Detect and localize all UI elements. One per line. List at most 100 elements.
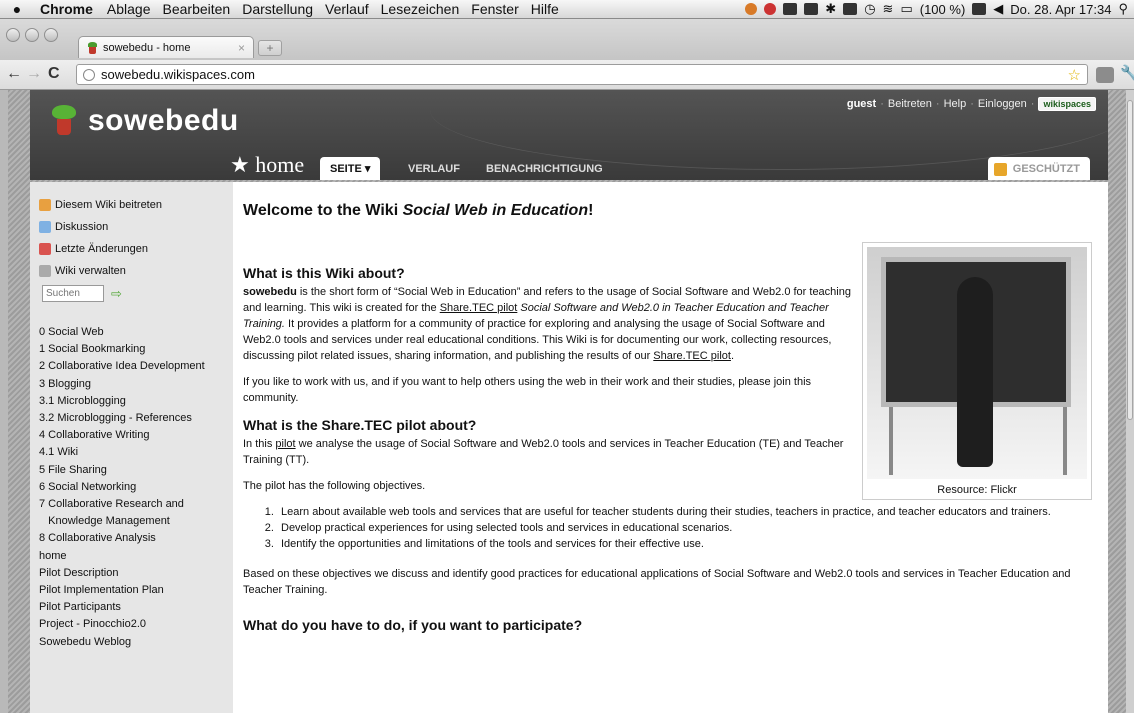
wiki-content: Welcome to the Wiki Social Web in Educat… — [233, 182, 1108, 713]
paragraph: In this pilot we analyse the usage of So… — [243, 436, 858, 468]
menu-bearbeiten[interactable]: Bearbeiten — [157, 1, 237, 17]
reload-icon[interactable]: C — [48, 65, 60, 83]
input-source-icon[interactable] — [972, 3, 987, 15]
bookmark-star-icon[interactable]: ☆ — [1068, 66, 1081, 84]
speech-bubble-icon — [39, 221, 51, 233]
clock[interactable]: Do. 28. Apr 17:34 — [1010, 2, 1111, 17]
menu-verlauf[interactable]: Verlauf — [319, 1, 375, 17]
nav-link[interactable]: 4.1 Wiki — [39, 444, 233, 461]
nav-link[interactable]: 8 Collaborative Analysis — [39, 530, 233, 547]
status-shield-icon[interactable] — [764, 3, 777, 15]
tab-close-icon[interactable]: × — [238, 41, 245, 55]
sidebar-manage-wiki[interactable]: Wiki verwalten — [39, 260, 233, 282]
status-battery-widget-icon[interactable] — [783, 3, 798, 15]
display-icon[interactable] — [843, 3, 858, 15]
nav-link[interactable]: Sowebedu Weblog — [39, 634, 233, 651]
menu-app-chrome[interactable]: Chrome — [34, 1, 101, 17]
nav-link[interactable]: 7 Collaborative Research and — [39, 496, 233, 513]
nav-link[interactable]: 4 Collaborative Writing — [39, 427, 233, 444]
login-link[interactable]: Einloggen — [978, 98, 1027, 110]
sidebar-item-label[interactable]: Diesem Wiki beitreten — [55, 199, 162, 211]
site-name[interactable]: sowebedu — [88, 104, 239, 138]
bluetooth-icon[interactable]: ✱ — [825, 1, 836, 17]
nav-link[interactable]: 2 Collaborative Idea Development — [39, 358, 233, 375]
window-close-button[interactable] — [6, 28, 20, 42]
sidebar-item-label[interactable]: Letzte Änderungen — [55, 243, 148, 255]
tab-benachrichtigung[interactable]: BENACHRICHTIGUNG — [476, 157, 613, 180]
page-scrollbar[interactable] — [1126, 90, 1134, 713]
nav-link[interactable]: 1 Social Bookmarking — [39, 341, 233, 358]
sharetec-pilot-link[interactable]: Share.TEC pilot — [653, 350, 731, 362]
plant-logo-icon — [52, 105, 76, 137]
back-arrow-icon[interactable]: ← — [6, 65, 22, 83]
tab-verlauf[interactable]: VERLAUF — [398, 157, 470, 180]
tab-title: sowebedu - home — [103, 41, 191, 54]
page-menu-icon[interactable] — [1096, 67, 1114, 83]
apple-menu-icon[interactable]: ● — [0, 1, 34, 17]
nav-link[interactable]: 6 Social Networking — [39, 479, 233, 496]
status-app-icon[interactable] — [745, 3, 758, 15]
join-link[interactable]: Beitreten — [888, 98, 932, 110]
title-emphasis: Social Web in Education — [402, 202, 589, 219]
battery-icon[interactable]: ▭ — [900, 1, 912, 17]
nav-link[interactable]: Pilot Implementation Plan — [39, 582, 233, 599]
user-links: guest · Beitreten · Help · Einloggen · w… — [847, 97, 1096, 111]
wiki-logo[interactable]: sowebedu — [52, 104, 239, 138]
list-item: Identify the opportunities and limitatio… — [277, 536, 1103, 552]
url-text[interactable]: sowebedu.wikispaces.com — [101, 67, 255, 82]
wikispaces-badge[interactable]: wikispaces — [1038, 97, 1096, 111]
mac-menubar: ● Chrome Ablage Bearbeiten Darstellung V… — [0, 0, 1134, 19]
sidebar-discussion[interactable]: Diskussion — [39, 216, 233, 238]
wifi-icon[interactable]: ≋ — [883, 1, 894, 17]
paragraph: If you like to work with us, and if you … — [243, 376, 812, 404]
separator: · — [970, 98, 974, 110]
search-go-arrow-icon[interactable]: ⇨ — [111, 286, 122, 302]
nav-link[interactable]: home — [39, 548, 233, 565]
menu-hilfe[interactable]: Hilfe — [525, 1, 565, 17]
time-machine-icon[interactable]: ◷ — [864, 1, 875, 17]
guest-label: guest — [846, 98, 877, 110]
nav-link[interactable]: Knowledge Management — [39, 513, 233, 530]
scrollbar-thumb[interactable] — [1127, 100, 1133, 420]
status-grid-icon[interactable] — [804, 3, 819, 15]
wiki-tabs-row: ★ home SEITE ▾ VERLAUF BENACHRICHTIGUNG … — [30, 148, 1108, 180]
menu-lesezeichen[interactable]: Lesezeichen — [375, 1, 466, 17]
menu-ablage[interactable]: Ablage — [101, 1, 157, 17]
tab-geschuetzt[interactable]: GESCHÜTZT — [987, 157, 1090, 180]
address-bar[interactable]: sowebedu.wikispaces.com ☆ — [76, 64, 1088, 85]
search-input[interactable] — [42, 285, 104, 302]
nav-link[interactable]: 5 File Sharing — [39, 462, 233, 479]
browser-toolbar: ← → C sowebedu.wikispaces.com ☆ 🔧 — [0, 60, 1134, 90]
help-link[interactable]: Help — [944, 98, 967, 110]
menu-fenster[interactable]: Fenster — [465, 1, 524, 17]
nav-link[interactable]: Pilot Participants — [39, 599, 233, 616]
new-tab-button[interactable]: + — [258, 40, 282, 56]
nav-link[interactable]: Pilot Description — [39, 565, 233, 582]
nav-link[interactable]: 0 Social Web — [39, 324, 233, 341]
menu-darstellung[interactable]: Darstellung — [236, 1, 319, 17]
nav-link[interactable]: 3 Blogging — [39, 376, 233, 393]
sidebar-join-wiki[interactable]: Diesem Wiki beitreten — [39, 194, 233, 216]
tab-seite[interactable]: SEITE ▾ — [320, 157, 381, 180]
text: we analyse the usage of Social Software … — [243, 438, 844, 466]
wrench-icon[interactable]: 🔧 — [1120, 64, 1134, 82]
title-text: Welcome to the Wiki — [243, 202, 403, 219]
volume-icon[interactable]: ◀ — [993, 1, 1003, 17]
forward-arrow-icon[interactable]: → — [26, 65, 42, 83]
browser-tab[interactable]: sowebedu - home × — [78, 36, 254, 58]
sidebar-item-label[interactable]: Wiki verwalten — [55, 265, 126, 277]
sidebar-recent-changes[interactable]: Letzte Änderungen — [39, 238, 233, 260]
sharetec-pilot-link[interactable]: Share.TEC pilot — [440, 302, 518, 314]
window-zoom-button[interactable] — [44, 28, 58, 42]
window-minimize-button[interactable] — [25, 28, 39, 42]
pilot-link[interactable]: pilot — [275, 438, 295, 450]
section-heading: What is the Share.TEC pilot about? — [243, 417, 477, 433]
nav-link[interactable]: Project - Pinocchio2.0 — [39, 616, 233, 633]
wiki-header: sowebedu guest · Beitreten · Help · Einl… — [30, 90, 1108, 180]
nav-link[interactable]: 3.2 Microblogging - References — [39, 410, 233, 427]
spotlight-search-icon[interactable]: ⚲ — [1118, 1, 1128, 17]
section-heading: What is this Wiki about? — [243, 265, 405, 281]
nav-link[interactable]: 3.1 Microblogging — [39, 393, 233, 410]
page-viewport: sowebedu guest · Beitreten · Help · Einl… — [8, 90, 1126, 713]
sidebar-item-label[interactable]: Diskussion — [55, 221, 108, 233]
